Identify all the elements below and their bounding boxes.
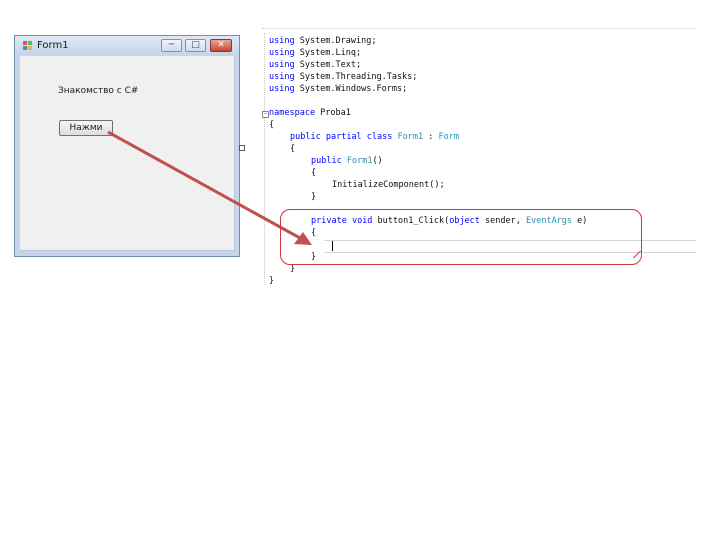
designer-resize-handle[interactable]: [239, 145, 245, 151]
code-line: }: [311, 192, 317, 202]
code-line: using System.Text;: [269, 60, 362, 70]
button1[interactable]: Нажми: [59, 120, 113, 136]
close-button[interactable]: ✕: [210, 39, 232, 52]
minimize-button[interactable]: ─: [161, 39, 182, 52]
maximize-button[interactable]: □: [185, 39, 206, 52]
form1-window: Form1 ─ □ ✕ Знакомство с C# Нажми: [14, 35, 240, 257]
code-line: using System.Windows.Forms;: [269, 84, 408, 94]
code-line: {: [311, 168, 317, 178]
code-line: public partial class Form1 : Form: [290, 132, 459, 142]
window-titlebar[interactable]: Form1 ─ □ ✕: [15, 36, 239, 56]
code-line: }: [269, 276, 275, 286]
form-app-icon: [23, 41, 33, 51]
form-client-area: Знакомство с C# Нажми: [20, 56, 235, 251]
code-line: using System.Linq;: [269, 48, 362, 58]
code-line: using System.Threading.Tasks;: [269, 72, 418, 82]
handler-highlight-box: [280, 209, 642, 265]
collapse-namespace-icon[interactable]: −: [262, 111, 269, 118]
window-title: Form1: [37, 40, 69, 51]
label1: Знакомство с C#: [58, 86, 139, 96]
code-line: public Form1(): [311, 156, 383, 166]
code-line: {: [269, 120, 275, 130]
code-line: {: [290, 144, 296, 154]
code-line: InitializeComponent();: [332, 180, 445, 190]
code-line: namespace Proba1: [269, 108, 351, 118]
code-editor[interactable]: − using System.Drawing; using System.Lin…: [262, 28, 696, 291]
outline-margin: [264, 33, 265, 283]
code-line: using System.Drawing;: [269, 36, 377, 46]
